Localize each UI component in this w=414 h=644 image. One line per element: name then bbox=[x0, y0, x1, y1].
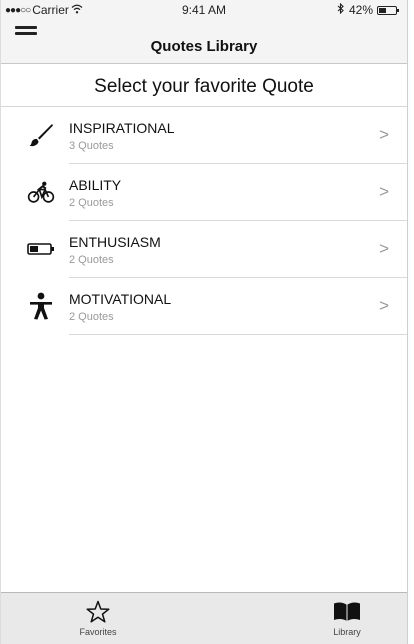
status-bar: ●●●○○ Carrier 9:41 AM 42% bbox=[1, 0, 407, 20]
tab-bar: Favorites Library bbox=[1, 592, 407, 644]
category-count: 2 Quotes bbox=[69, 254, 114, 266]
star-outline-icon bbox=[58, 599, 138, 625]
tab-favorites[interactable]: Favorites bbox=[58, 599, 138, 637]
app-screen: ●●●○○ Carrier 9:41 AM 42% Quotes Library… bbox=[0, 0, 408, 644]
category-count: 3 Quotes bbox=[69, 140, 114, 152]
category-row-motivational[interactable]: MOTIVATIONAL 2 Quotes > bbox=[1, 278, 407, 335]
paintbrush-icon bbox=[27, 121, 55, 149]
battery-icon bbox=[377, 5, 399, 15]
book-icon bbox=[307, 599, 387, 625]
chevron-right-icon: > bbox=[379, 296, 389, 315]
bluetooth-icon bbox=[337, 2, 345, 17]
tab-library[interactable]: Library bbox=[307, 599, 387, 637]
top-chrome: ●●●○○ Carrier 9:41 AM 42% Quotes Library bbox=[1, 0, 407, 64]
category-title: ENTHUSIASM bbox=[69, 234, 161, 250]
page-heading: Select your favorite Quote bbox=[94, 76, 314, 97]
chevron-right-icon: > bbox=[379, 125, 389, 144]
battery-percent: 42% bbox=[348, 3, 373, 17]
chevron-right-icon: > bbox=[379, 239, 389, 258]
category-row-inspirational[interactable]: INSPIRATIONAL 3 Quotes > bbox=[1, 107, 407, 164]
category-row-enthusiasm[interactable]: ENTHUSIASM 2 Quotes > bbox=[1, 221, 407, 278]
category-list: INSPIRATIONAL 3 Quotes > ABILITY 2 Quote… bbox=[1, 107, 407, 335]
cyclist-icon bbox=[27, 178, 55, 206]
category-title: INSPIRATIONAL bbox=[69, 120, 175, 136]
tab-label: Favorites bbox=[79, 627, 117, 637]
tab-label: Library bbox=[333, 627, 361, 637]
row-separator bbox=[69, 334, 407, 335]
nav-bar: Quotes Library bbox=[1, 20, 407, 64]
nav-title: Quotes Library bbox=[150, 38, 258, 55]
category-title: MOTIVATIONAL bbox=[69, 291, 172, 307]
category-count: 2 Quotes bbox=[69, 311, 114, 323]
person-icon bbox=[27, 292, 55, 320]
category-row-ability[interactable]: ABILITY 2 Quotes > bbox=[1, 164, 407, 221]
category-title: ABILITY bbox=[69, 177, 122, 193]
chevron-right-icon: > bbox=[379, 182, 389, 201]
category-count: 2 Quotes bbox=[69, 197, 114, 209]
status-right: 42% bbox=[337, 2, 399, 17]
battery-low-icon bbox=[27, 235, 55, 263]
